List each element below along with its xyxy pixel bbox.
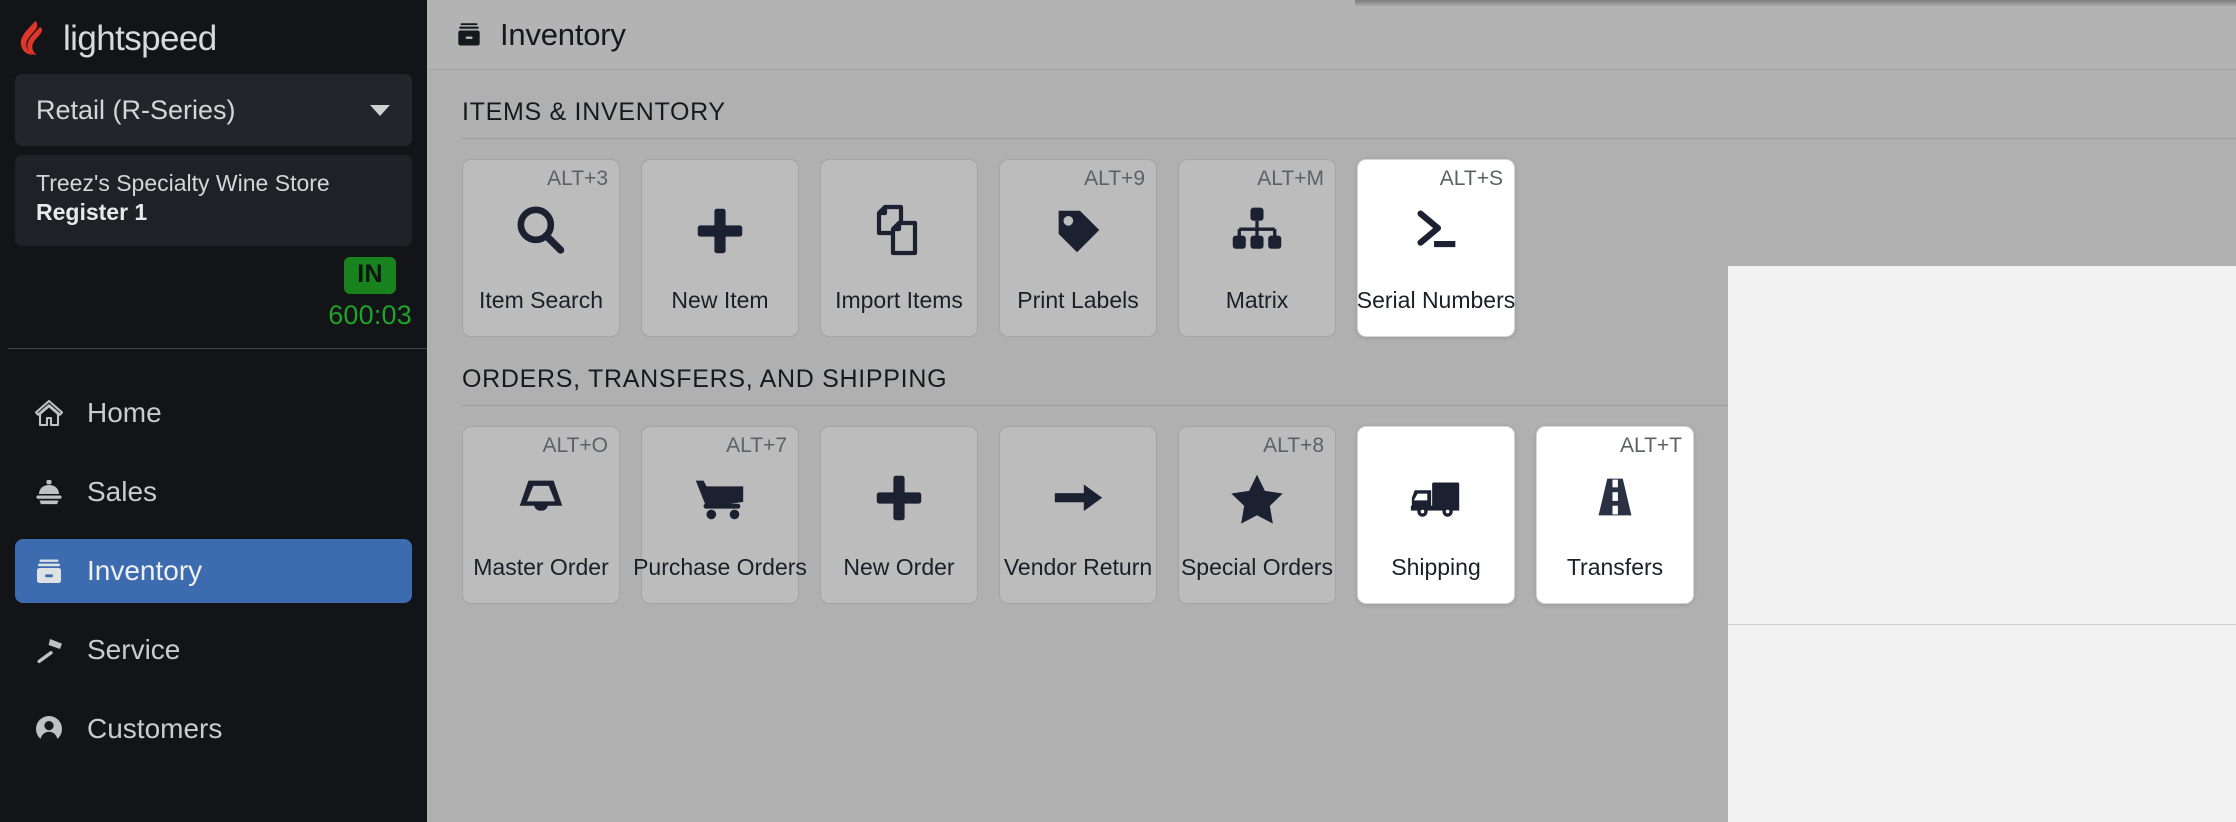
sidebar-item-sales[interactable]: Sales [15,460,412,524]
home-icon [32,396,66,430]
tile-label: Purchase Orders [633,554,807,580]
tile-shortcut: ALT+M [1257,167,1324,190]
tile-label: New Order [843,554,955,580]
tile-purchase-orders[interactable]: ALT+7 Purchase Orders [633,426,807,604]
highlight-overlay-panel-top [1728,266,2236,624]
register-info[interactable]: Treez's Specialty Wine Store Register 1 [15,155,412,247]
tile-new-order[interactable]: New Order [820,426,978,604]
sidebar-item-label: Sales [87,476,158,508]
register-bell-icon [32,475,66,509]
tile-label: Master Order [473,554,609,580]
clock-timer: 600:03 [328,299,412,330]
tile-transfers[interactable]: ALT+T Transfers [1536,426,1694,604]
tile-shortcut: ALT+S [1439,167,1503,190]
delivery-truck-icon [1358,427,1514,554]
tile-shortcut: ALT+9 [1084,167,1145,190]
tile-item-search[interactable]: ALT+3 Item Search [462,159,620,337]
tile-label: Matrix [1225,287,1289,313]
brand-name: lightspeed [63,18,217,58]
sidebar: lightspeed Retail (R-Series) Treez's Spe… [0,0,427,822]
tile-serial-numbers[interactable]: ALT+S Serial Numbers [1357,159,1515,337]
content-area: ITEMS & INVENTORY ALT+3 Item Search New … [427,70,2236,822]
time-clock[interactable]: IN 600:03 [15,250,412,346]
sidebar-item-customers[interactable]: Customers [15,697,412,761]
page-title: Inventory [500,16,626,52]
sidebar-item-label: Service [87,634,181,666]
plus-icon [821,427,977,554]
tile-shipping[interactable]: Shipping [1357,426,1515,604]
store-select-value: Retail (R-Series) [36,94,236,125]
copy-pages-icon [821,160,977,287]
overlay-divider [1728,624,2236,625]
tile-label: Print Labels [1017,287,1139,313]
tile-label: Shipping [1391,554,1481,580]
tile-import-items[interactable]: Import Items [820,159,978,337]
tile-master-order[interactable]: ALT+O Master Order [462,426,620,604]
tile-label: Serial Numbers [1356,287,1516,313]
hammer-icon [32,633,66,667]
lightspeed-flame-icon [18,20,52,56]
tile-label: Special Orders [1180,554,1334,580]
plus-icon [642,160,798,287]
brand: lightspeed [0,0,427,62]
register-label: Register 1 [36,199,148,226]
tile-label: New Item [671,287,769,313]
sidebar-item-service[interactable]: Service [15,618,412,682]
store-select-dropdown[interactable]: Retail (R-Series) [15,74,412,146]
status-badge: IN [344,257,396,294]
tile-shortcut: ALT+3 [547,167,608,190]
page-header: Inventory [427,0,2236,70]
tile-new-item[interactable]: New Item [641,159,799,337]
inventory-page: lightspeed Retail (R-Series) Treez's Spe… [0,0,2236,822]
sidebar-nav: Home Sales Inventory Service Customers [0,349,427,761]
tile-vendor-return[interactable]: Vendor Return [999,426,1157,604]
sidebar-item-label: Inventory [87,555,203,587]
register-store-name: Treez's Specialty Wine Store [36,170,330,196]
tile-label: Transfers [1566,554,1664,580]
tile-shortcut: ALT+T [1619,434,1682,457]
chevron-down-icon [370,104,390,116]
sidebar-item-label: Home [87,397,162,429]
highlight-overlay-panel-bottom [1728,625,2236,822]
sidebar-item-inventory[interactable]: Inventory [15,539,412,604]
inventory-box-icon [453,19,484,50]
tile-label: Vendor Return [1003,554,1153,580]
tile-shortcut: ALT+8 [1263,434,1324,457]
inventory-box-icon [32,554,66,588]
tile-shortcut: ALT+7 [726,434,787,457]
tile-special-orders[interactable]: ALT+8 Special Orders [1178,426,1336,604]
tile-shortcut: ALT+O [542,434,608,457]
tile-label: Import Items [835,287,963,313]
user-circle-icon [32,712,66,746]
sidebar-item-label: Customers [87,713,223,745]
sidebar-item-home[interactable]: Home [15,381,412,445]
tile-label: Item Search [479,287,603,313]
tile-matrix[interactable]: ALT+M Matrix [1178,159,1336,337]
arrow-right-icon [1000,427,1156,554]
main-content: Inventory ITEMS & INVENTORY ALT+3 Item S… [427,0,2236,822]
section-title: ITEMS & INVENTORY [462,98,726,126]
tile-print-labels[interactable]: ALT+9 Print Labels [999,159,1157,337]
